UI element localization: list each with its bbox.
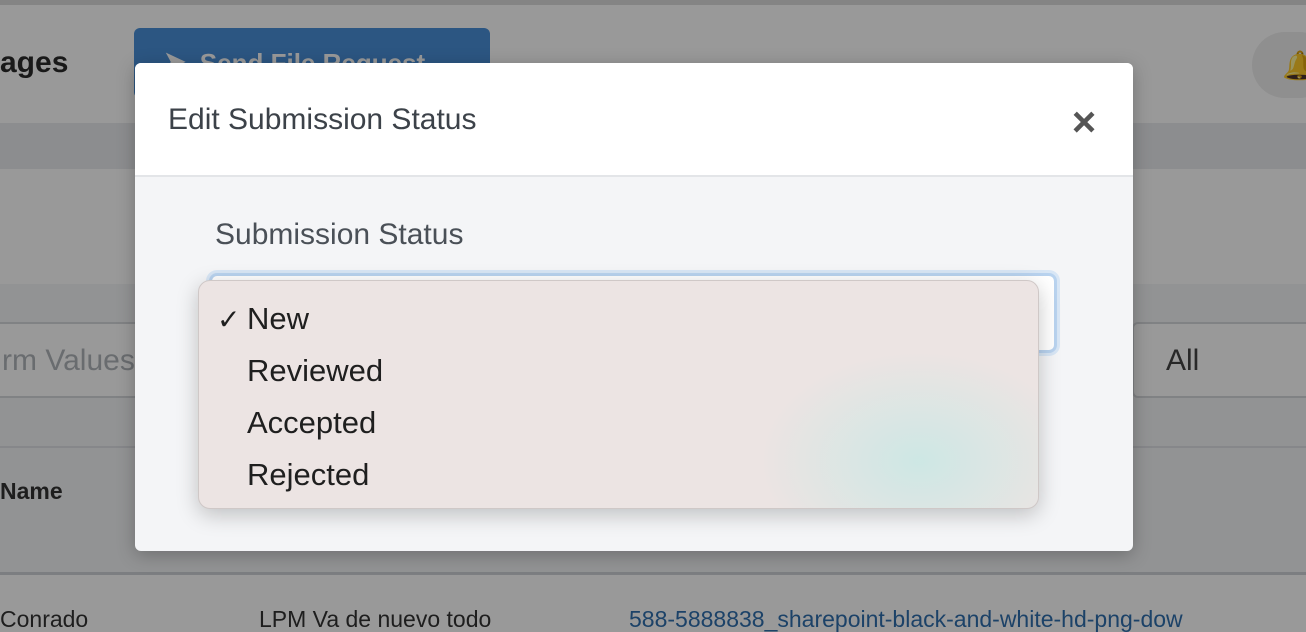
checkmark-icon: ✓ [217,304,241,335]
option-label: New [247,301,310,336]
submission-status-dropdown: ✓ New Reviewed Accepted Rejected [198,280,1039,509]
modal-header: Edit Submission Status × [135,63,1133,177]
option-label: Accepted [247,405,377,440]
option-new[interactable]: ✓ New [199,290,1038,342]
option-reviewed[interactable]: Reviewed [199,342,1038,394]
option-label: Rejected [247,457,370,492]
option-accepted[interactable]: Accepted [199,394,1038,446]
modal-title: Edit Submission Status [168,103,477,136]
submission-status-label: Submission Status [215,218,464,251]
close-icon[interactable]: × [1067,101,1101,143]
option-label: Reviewed [247,353,384,388]
option-rejected[interactable]: Rejected [199,446,1038,498]
